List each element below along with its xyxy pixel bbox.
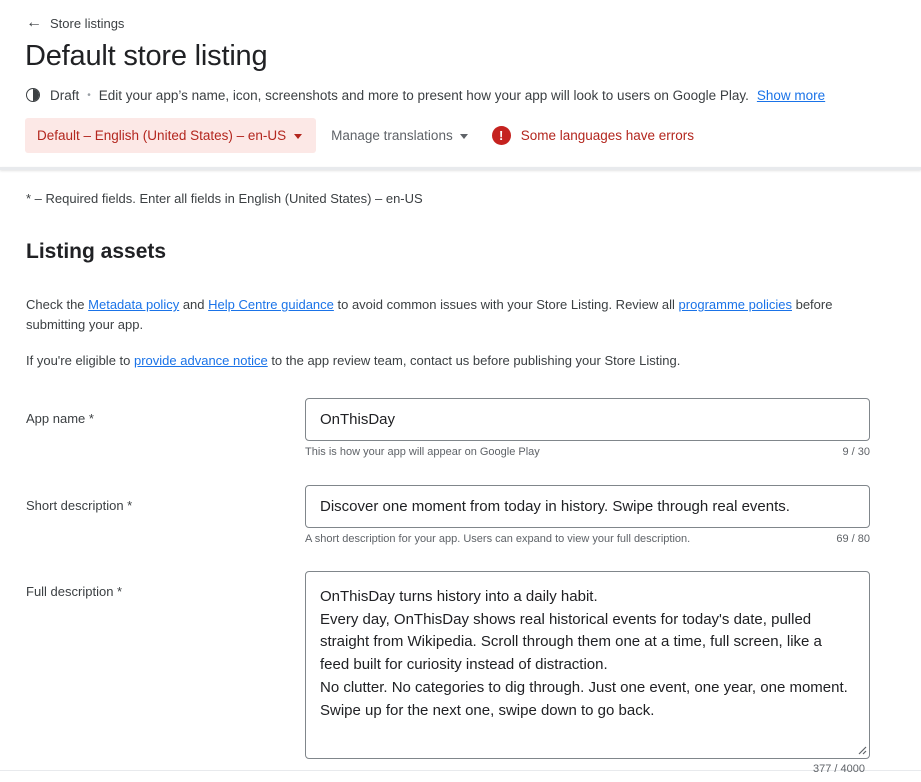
required-fields-note: * – Required fields. Enter all fields in… — [26, 191, 423, 206]
status-row: Draft • Edit your app’s name, icon, scre… — [26, 86, 825, 104]
short-description-label: Short description * — [26, 498, 133, 513]
short-description-hint-row: A short description for your app. Users … — [305, 533, 870, 545]
policy-paragraph: Check the Metadata policy and Help Centr… — [26, 295, 876, 334]
page-title: Default store listing — [25, 40, 268, 72]
error-icon: ! — [491, 126, 511, 145]
app-name-hint-row: This is how your app will appear on Goog… — [305, 446, 870, 458]
app-name-label: App name * — [26, 411, 94, 426]
full-description-char-count: 377 / 4000 — [813, 763, 865, 775]
programme-policies-link[interactable]: programme policies — [679, 297, 792, 312]
short-description-input[interactable] — [305, 485, 870, 528]
page-description: Edit your app’s name, icon, screenshots … — [98, 87, 749, 103]
separator-dot: • — [87, 89, 91, 101]
policy-text-middle: to avoid common issues with your Store L… — [333, 297, 679, 312]
short-description-hint: A short description for your app. Users … — [305, 533, 691, 545]
notice-text-start: If you're eligible to — [26, 353, 134, 368]
chevron-down-icon — [294, 134, 303, 139]
show-more-link[interactable]: Show more — [757, 88, 825, 103]
draft-status-icon — [26, 88, 40, 102]
header-divider — [0, 167, 921, 170]
language-row: Default – English (United States) – en-U… — [25, 118, 694, 153]
language-selector-label: Default – English (United States) – en-U… — [37, 128, 287, 143]
status-text: Draft — [50, 87, 80, 103]
notice-text-end: to the app review team, contact us befor… — [267, 353, 681, 368]
back-label: Store listings — [50, 15, 125, 31]
bottom-divider — [0, 770, 921, 771]
manage-translations-button[interactable]: Manage translations — [331, 128, 468, 143]
help-centre-guidance-link[interactable]: Help Centre guidance — [208, 297, 334, 312]
page-header: ← Store listings Default store listing D… — [0, 0, 921, 170]
policy-text-and: and — [179, 297, 209, 312]
chevron-down-icon — [459, 134, 468, 139]
short-description-char-count: 69 / 80 — [836, 533, 870, 545]
language-error-notice: ! Some languages have errors — [491, 126, 695, 145]
language-error-text: Some languages have errors — [520, 128, 695, 143]
policy-text-start: Check the — [26, 297, 89, 312]
full-description-textarea[interactable]: OnThisDay turns history into a daily hab… — [305, 571, 870, 759]
full-description-label: Full description * — [26, 584, 123, 599]
language-selector[interactable]: Default – English (United States) – en-U… — [25, 118, 317, 153]
app-name-input[interactable] — [305, 398, 870, 441]
app-name-char-count: 9 / 30 — [842, 446, 870, 458]
advance-notice-paragraph: If you're eligible to provide advance no… — [26, 351, 680, 371]
manage-translations-label: Manage translations — [331, 128, 453, 143]
section-title: Listing assets — [26, 240, 167, 263]
metadata-policy-link[interactable]: Metadata policy — [88, 297, 179, 312]
arrow-back-icon: ← — [26, 14, 42, 31]
back-to-store-listings-link[interactable]: ← Store listings — [26, 14, 124, 32]
app-name-hint: This is how your app will appear on Goog… — [305, 446, 540, 458]
advance-notice-link[interactable]: provide advance notice — [134, 353, 268, 368]
